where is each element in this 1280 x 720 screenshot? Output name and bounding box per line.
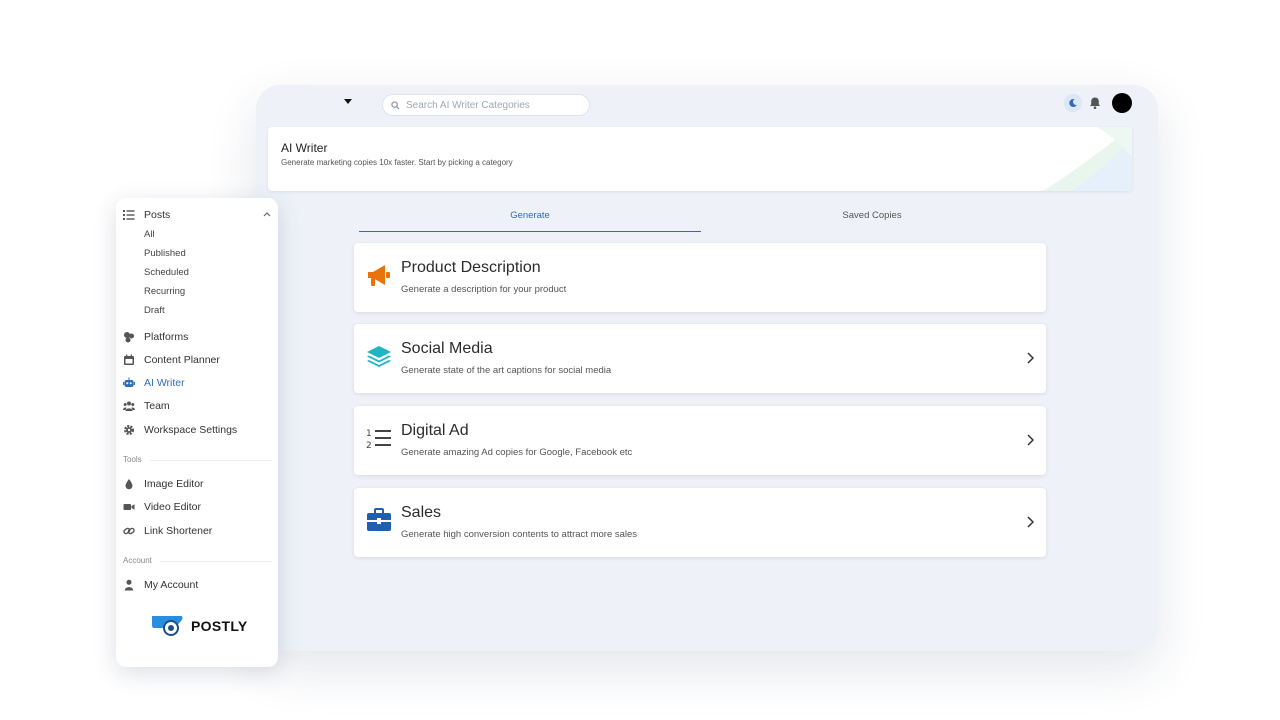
bell-icon[interactable]: [1088, 96, 1102, 110]
tab-bar: Generate Saved Copies: [359, 205, 1045, 232]
drop-icon: [125, 479, 133, 490]
sidebar-item-label: AI Writer: [144, 377, 185, 389]
team-icon: [123, 401, 135, 411]
moon-icon: [1069, 99, 1077, 108]
brand-logo: POSTLY: [151, 614, 248, 638]
main-window: AI Writer Generate marketing copies 10x …: [256, 85, 1158, 651]
category-description: Generate a description for your product: [401, 284, 567, 295]
page-title: AI Writer: [281, 141, 328, 155]
list-icon: [123, 210, 135, 220]
briefcase-icon: [367, 508, 391, 531]
page-header: AI Writer Generate marketing copies 10x …: [268, 127, 1132, 191]
category-card-sales[interactable]: Sales Generate high conversion contents …: [354, 488, 1046, 557]
sidebar-item-label: Image Editor: [144, 478, 204, 490]
search-bar[interactable]: [382, 94, 590, 116]
svg-text:1: 1: [366, 429, 372, 439]
link-icon: [123, 527, 135, 535]
section-divider: [150, 460, 272, 461]
category-card-digital-ad[interactable]: 1 2 Digital Ad Generate amazing Ad copie…: [354, 406, 1046, 475]
posts-sub-published[interactable]: Published: [144, 248, 186, 259]
layers-icon: [367, 346, 391, 367]
category-title: Digital Ad: [401, 422, 469, 439]
tab-saved-copies[interactable]: Saved Copies: [701, 205, 1043, 231]
video-icon: [123, 504, 135, 510]
platforms-icon: [124, 332, 134, 343]
chevron-up-icon[interactable]: [263, 211, 271, 217]
category-description: Generate state of the art captions for s…: [401, 365, 612, 376]
sidebar-item-label: Posts: [144, 209, 171, 221]
posts-sub-recurring[interactable]: Recurring: [144, 286, 185, 297]
sidebar-item-posts[interactable]: Posts: [116, 206, 278, 224]
category-description: Generate high conversion contents to att…: [401, 529, 638, 540]
dark-mode-toggle[interactable]: [1064, 94, 1082, 112]
user-icon: [124, 579, 134, 591]
sidebar-item-platforms[interactable]: Platforms: [116, 328, 278, 346]
avatar[interactable]: [1112, 93, 1132, 113]
sidebar: Posts All Published Scheduled Recurring …: [116, 198, 278, 667]
section-label-tools: Tools: [123, 455, 142, 464]
search-icon: [391, 100, 400, 110]
svg-text:2: 2: [366, 441, 372, 451]
header-decoration: [1042, 127, 1132, 191]
category-title: Social Media: [401, 340, 493, 357]
category-card-product-description[interactable]: Product Description Generate a descripti…: [354, 243, 1046, 312]
sidebar-item-label: Team: [144, 400, 170, 412]
chevron-right-icon: [1027, 434, 1034, 446]
sidebar-item-label: Link Shortener: [144, 525, 213, 537]
brand-name: POSTLY: [191, 618, 248, 634]
chevron-right-icon: [1027, 516, 1034, 528]
sidebar-item-label: Workspace Settings: [144, 424, 238, 436]
posts-sub-draft[interactable]: Draft: [144, 305, 165, 316]
sidebar-item-team[interactable]: Team: [116, 397, 278, 415]
sidebar-item-label: Video Editor: [144, 501, 202, 513]
postly-logo-icon: [152, 616, 183, 636]
section-label-account: Account: [123, 556, 152, 565]
sidebar-item-workspace-settings[interactable]: Workspace Settings: [116, 421, 278, 439]
category-title: Sales: [401, 504, 442, 521]
sidebar-item-ai-writer[interactable]: AI Writer: [116, 374, 278, 392]
sidebar-item-my-account[interactable]: My Account: [116, 576, 278, 594]
calendar-icon: [124, 354, 134, 365]
section-divider: [160, 561, 272, 562]
category-card-social-media[interactable]: Social Media Generate state of the art c…: [354, 324, 1046, 393]
sidebar-item-link-shortener[interactable]: Link Shortener: [116, 522, 278, 540]
chevron-right-icon: [1027, 352, 1034, 364]
category-title: Product Description: [401, 259, 541, 276]
page-subtitle: Generate marketing copies 10x faster. St…: [281, 158, 513, 167]
posts-sub-scheduled[interactable]: Scheduled: [144, 267, 189, 278]
numbered-list-icon: 1 2: [366, 429, 391, 451]
category-description: Generate amazing Ad copies for Google, F…: [401, 447, 633, 458]
sidebar-item-label: Content Planner: [144, 354, 220, 366]
robot-icon: [123, 377, 135, 387]
sidebar-item-label: My Account: [144, 579, 199, 591]
posts-sub-all[interactable]: All: [144, 229, 155, 240]
sidebar-item-label: Platforms: [144, 331, 189, 343]
workspace-dropdown-caret[interactable]: [344, 99, 352, 104]
megaphone-icon: [368, 265, 390, 286]
sidebar-item-video-editor[interactable]: Video Editor: [116, 498, 278, 516]
search-input[interactable]: [404, 98, 588, 112]
sidebar-item-content-planner[interactable]: Content Planner: [116, 351, 278, 369]
sidebar-item-image-editor[interactable]: Image Editor: [116, 475, 278, 493]
gear-icon: [124, 425, 134, 435]
tab-generate[interactable]: Generate: [359, 205, 701, 232]
